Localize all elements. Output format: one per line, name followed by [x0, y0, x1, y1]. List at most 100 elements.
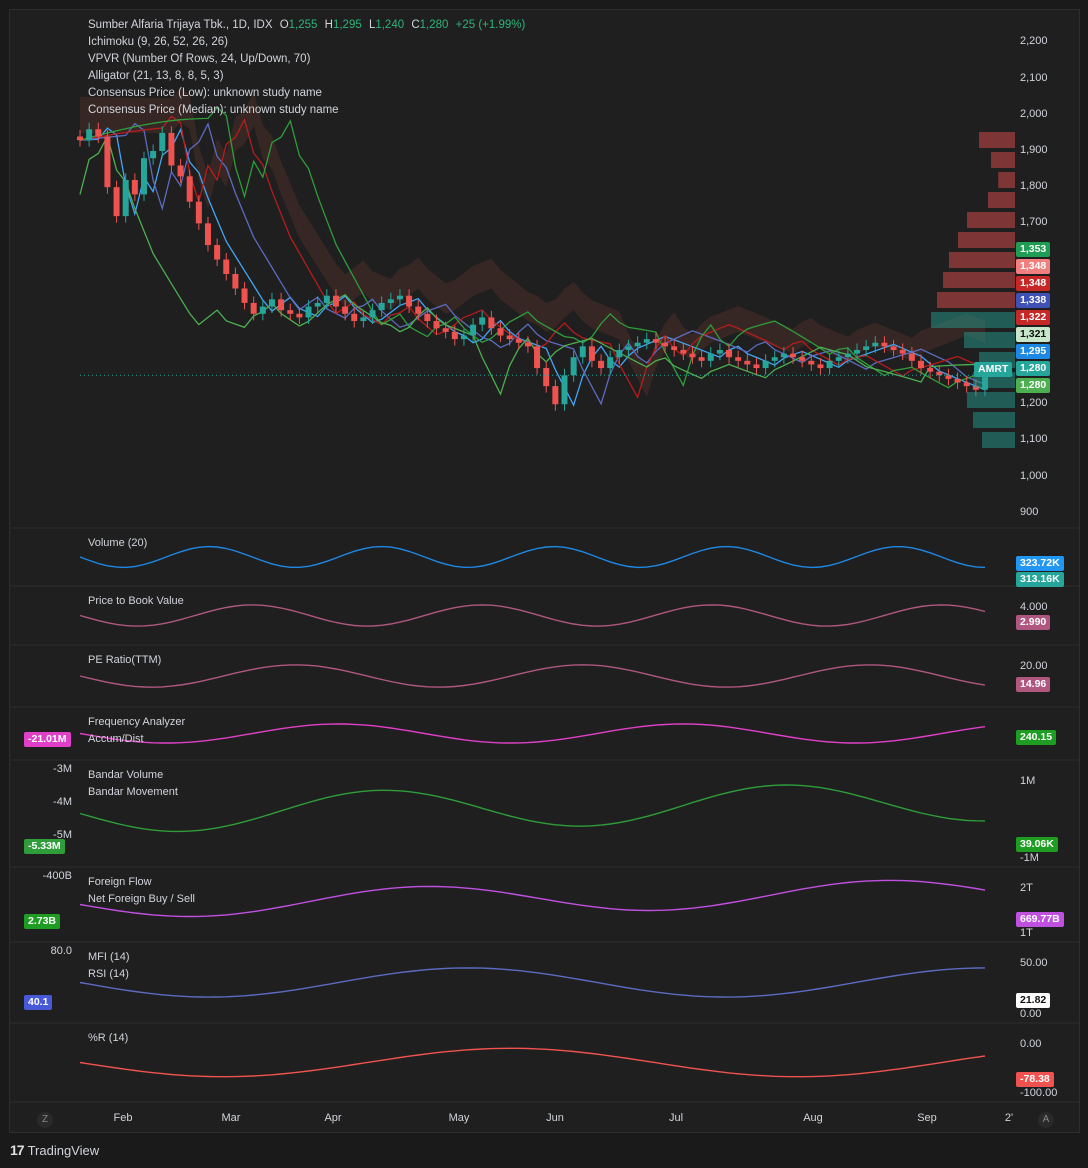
candle-body — [332, 295, 339, 307]
time-axis-label: Mar — [221, 1112, 241, 1124]
close-key: C — [411, 19, 420, 31]
candle-body — [881, 342, 888, 347]
candle-body — [835, 357, 842, 361]
time-axis-label: May — [448, 1112, 470, 1124]
pane-title[interactable]: PE Ratio(TTM) — [88, 654, 161, 666]
candle-body — [360, 317, 367, 322]
price-axis-label: 1,900 — [1020, 144, 1048, 156]
price-axis-label: 1,200 — [1020, 397, 1048, 410]
pane-value-badge: -78.38 — [1016, 1072, 1054, 1087]
candle-body — [570, 357, 577, 376]
pane-value-badge: 240.15 — [1016, 730, 1057, 745]
ohlc-line: Sumber Alfaria Trijaya Tbk., 1D, IDX O1,… — [88, 17, 525, 34]
indicator-ichimoku[interactable]: Ichimoku (9, 26, 52, 26, 26) — [88, 34, 525, 51]
candle-body — [323, 295, 330, 303]
pane-title[interactable]: %R (14) — [88, 1032, 128, 1044]
candle-body — [945, 375, 952, 379]
pane-axis-label: -100.00 — [1020, 1087, 1058, 1099]
candle-body — [863, 346, 870, 350]
candle-body — [899, 349, 906, 354]
candle-body — [296, 313, 303, 318]
candle-body — [460, 335, 467, 340]
candle-body — [223, 259, 230, 274]
candle-body — [168, 132, 175, 166]
timezone-button[interactable]: Z — [37, 1112, 53, 1128]
vpvr-bar — [964, 332, 1015, 348]
low-value: 1,240 — [375, 19, 405, 31]
candle-body — [826, 360, 833, 369]
candle-body — [232, 274, 239, 289]
chart-canvas[interactable] — [0, 0, 1088, 1168]
candle-body — [680, 349, 687, 354]
price-axis-label: 1,000 — [1020, 469, 1048, 482]
candle-body — [140, 158, 147, 195]
pane-left-badge: -21.01M — [24, 732, 71, 747]
candle-body — [259, 306, 266, 314]
pane-subtitle[interactable]: Accum/Dist — [88, 733, 144, 745]
candle-body — [287, 310, 294, 314]
candle-body — [927, 368, 934, 372]
price-label-badge: 1,280 — [1016, 378, 1051, 393]
price-axis-label: 1,800 — [1020, 180, 1048, 193]
pane-value-badge: 323.72K — [1016, 556, 1064, 571]
pane-subtitle[interactable]: Bandar Movement — [88, 786, 178, 798]
pane-line — [79, 723, 986, 744]
candle-body — [241, 288, 248, 303]
candle-body — [214, 245, 221, 260]
pane-subtitle[interactable]: Net Foreign Buy / Sell — [88, 893, 195, 905]
auto-scale-button[interactable]: A — [1038, 1112, 1054, 1128]
indicator-consensus-low[interactable]: Consensus Price (Low): unknown study nam… — [88, 85, 525, 102]
vpvr-bar — [973, 412, 1015, 428]
pane-title[interactable]: Volume (20) — [88, 537, 147, 549]
pane-value-badge: 39.06K — [1016, 837, 1058, 852]
vpvr-bar — [988, 192, 1015, 208]
pane-title[interactable]: Bandar Volume — [88, 769, 163, 781]
pane-title[interactable]: MFI (14) — [88, 951, 130, 963]
candle-body — [104, 136, 111, 188]
pane-title[interactable]: Frequency Analyzer — [88, 716, 185, 728]
pane-title[interactable]: Foreign Flow — [88, 876, 152, 888]
vpvr-bar — [982, 432, 1015, 448]
candle-body — [369, 310, 376, 318]
pane-line — [79, 664, 986, 688]
vpvr-bar — [937, 292, 1015, 308]
candle-body — [351, 313, 358, 322]
price-label-badge: 1,321 — [1016, 327, 1051, 342]
indicator-vpvr[interactable]: VPVR (Number Of Rows, 24, Up/Down, 70) — [88, 51, 525, 68]
candle-body — [113, 187, 120, 217]
price-axis-label: 1,100 — [1020, 433, 1048, 446]
candle-body — [598, 360, 605, 369]
indicator-alligator[interactable]: Alligator (21, 13, 8, 8, 5, 3) — [88, 68, 525, 85]
candle-body — [488, 317, 495, 329]
candle-body — [780, 353, 787, 358]
candle-body — [186, 176, 193, 202]
price-axis-label: 900 — [1020, 505, 1039, 518]
candle-body — [652, 339, 659, 343]
time-axis-label: Sep — [917, 1112, 937, 1124]
price-label-badge: 1,348 — [1016, 276, 1051, 291]
candle-body — [954, 378, 961, 383]
pane-left-badge: -5.33M — [24, 839, 65, 854]
pane-value-badge: 2.990 — [1016, 615, 1051, 630]
candle-body — [561, 375, 568, 405]
pane-subtitle[interactable]: RSI (14) — [88, 968, 129, 980]
candle-body — [753, 364, 760, 369]
price-axis-label: 2,100 — [1020, 71, 1048, 84]
candle-body — [607, 357, 614, 369]
pane-axis-label: 20.00 — [1020, 660, 1048, 672]
indicator-consensus-median[interactable]: Consensus Price (Median): unknown study … — [88, 102, 525, 119]
candle-body — [77, 136, 83, 141]
candle-body — [479, 317, 486, 325]
pane-left-badge: 2.73B — [24, 914, 61, 929]
candle-body — [131, 179, 138, 195]
candle-body — [744, 360, 751, 365]
candle-body — [524, 342, 531, 347]
time-axis-label: Apr — [324, 1112, 342, 1124]
price-label-badge: 1,348 — [1016, 259, 1051, 274]
candle-body — [342, 306, 349, 314]
pane-value-badge: 21.82 — [1016, 993, 1051, 1008]
pane-left-axis-label: -3M — [53, 763, 72, 775]
candle-body — [662, 342, 669, 347]
pane-title[interactable]: Price to Book Value — [88, 595, 184, 607]
pane-line — [79, 545, 986, 569]
